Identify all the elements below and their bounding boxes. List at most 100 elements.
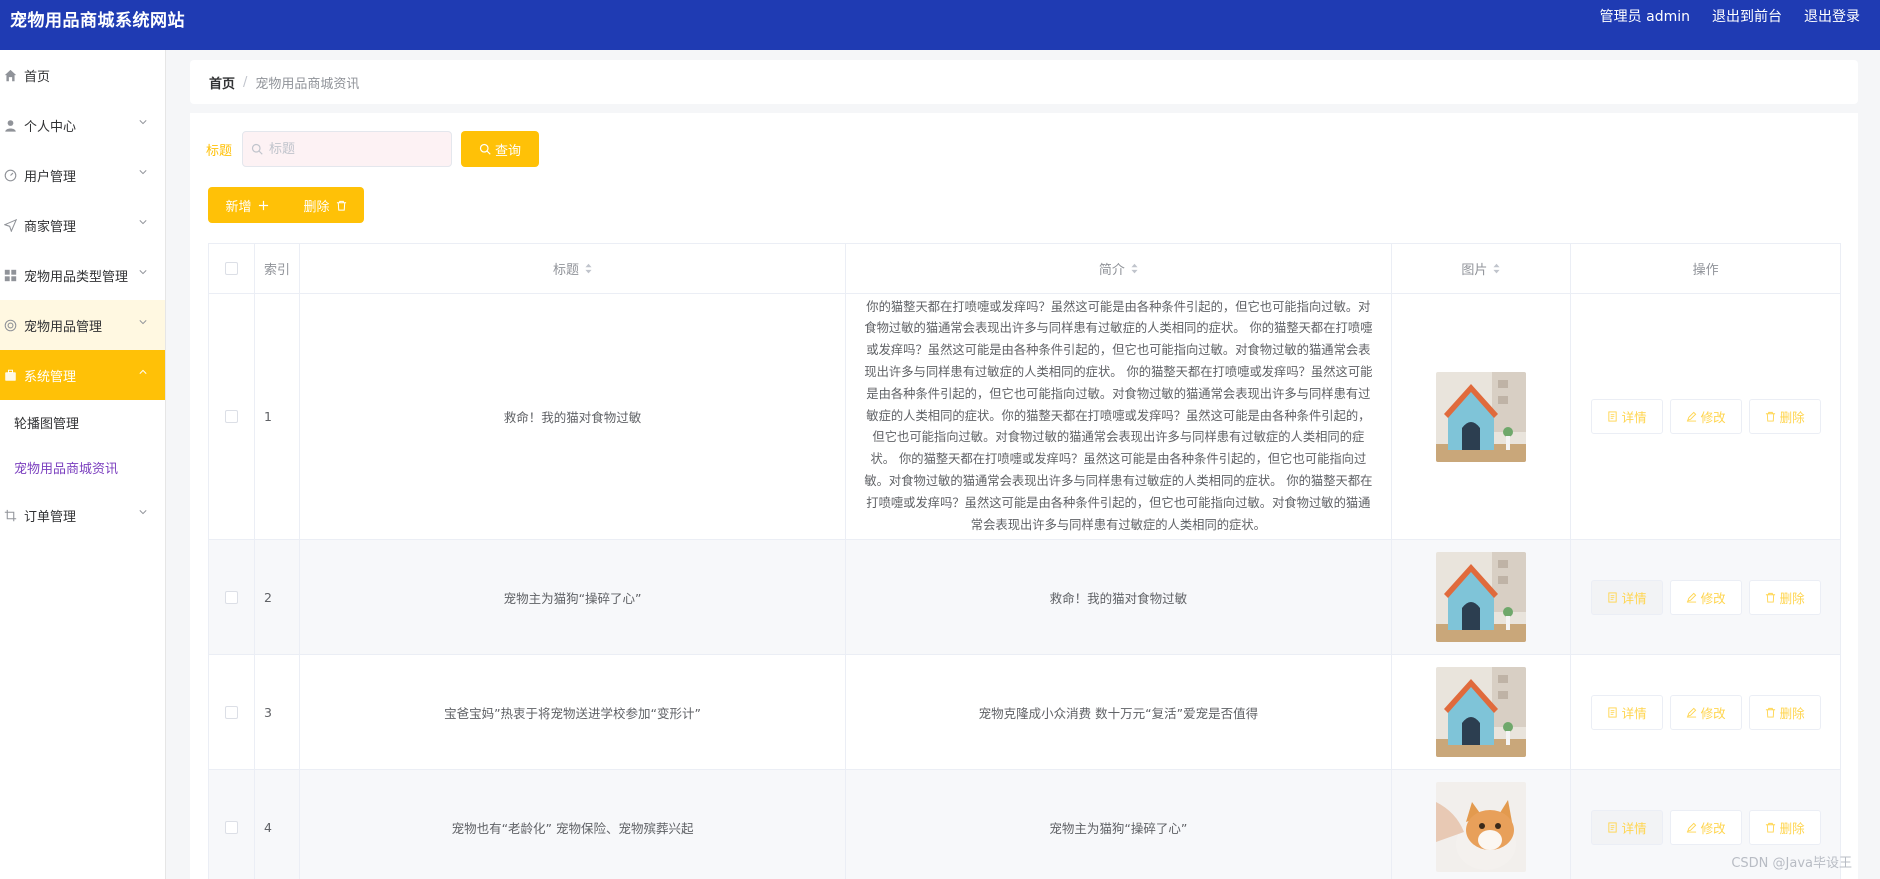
sort-caret-icon[interactable] — [1493, 263, 1500, 274]
detail-button[interactable]: 详情 — [1590, 694, 1663, 730]
chevron-down-icon — [139, 510, 147, 515]
delete-button[interactable]: 删除 — [1748, 809, 1821, 845]
batch-delete-button[interactable]: 删除 — [286, 187, 364, 223]
app-title: 宠物用品商城系统网站 — [10, 11, 185, 31]
row-checkbox[interactable] — [224, 590, 238, 604]
document-icon — [1608, 591, 1617, 603]
header-links: 管理员 admin 退出到前台 退出登录 — [1600, 6, 1860, 26]
pencil-icon — [1686, 592, 1696, 603]
trash-icon — [1765, 707, 1775, 718]
sidebar-item-pet-goods-management[interactable]: 宠物用品管理 — [0, 300, 165, 350]
briefcase-icon — [2, 367, 18, 383]
document-icon — [1608, 706, 1617, 718]
delete-button[interactable]: 删除 — [1748, 579, 1821, 615]
row-index: 4 — [255, 770, 300, 879]
sort-caret-icon[interactable] — [585, 263, 592, 274]
crop-icon — [2, 507, 18, 523]
logout-link[interactable]: 退出登录 — [1804, 6, 1860, 26]
sidebar-item-home[interactable]: 首页 — [0, 50, 165, 100]
select-all-checkbox[interactable] — [224, 262, 238, 275]
edit-button[interactable]: 修改 — [1669, 694, 1742, 730]
header-image-label: 图片 — [1461, 263, 1488, 278]
delete-button[interactable]: 删除 — [1748, 399, 1821, 434]
header-ops: 操作 — [1692, 263, 1719, 278]
row-checkbox-cell — [209, 540, 255, 654]
sidebar-item-label: 订单管理 — [24, 509, 77, 525]
row-ops: 详情 修改 删除 — [1571, 655, 1840, 769]
add-button-label: 新增 — [225, 199, 252, 215]
row-checkbox-cell — [209, 655, 255, 769]
table-row: 1 救命！我的猫对食物过敏 你的猫整天都在打喷嚏或发痒吗？虽然这可能是由各种条件… — [209, 294, 1840, 540]
detail-button[interactable]: 详情 — [1590, 579, 1663, 615]
delete-button[interactable]: 删除 — [1748, 694, 1821, 730]
row-checkbox[interactable] — [224, 820, 238, 834]
chevron-down-icon — [139, 220, 147, 225]
sort-caret-icon[interactable] — [1131, 263, 1138, 274]
header-title[interactable]: 标题 — [300, 244, 847, 293]
document-icon — [1608, 821, 1617, 833]
pet-house-thumbnail[interactable] — [1435, 552, 1526, 642]
edit-button[interactable]: 修改 — [1669, 809, 1742, 845]
document-icon — [1608, 411, 1617, 422]
search-label: 标题 — [206, 143, 233, 159]
table-row: 3 宝爸宝妈”热衷于将宠物送进学校参加“变形计” 宠物克隆成小众消费 数十万元“… — [209, 655, 1840, 770]
sidebar-subitem-carousel-management[interactable]: 轮播图管理 — [0, 400, 165, 445]
header-intro[interactable]: 简介 — [846, 244, 1392, 293]
header-image[interactable]: 图片 — [1392, 244, 1572, 293]
search-row: 标题 查询 — [206, 131, 540, 167]
pet-house-thumbnail[interactable] — [1435, 371, 1526, 462]
exit-to-front-link[interactable]: 退出到前台 — [1712, 6, 1782, 26]
batch-delete-label: 删除 — [303, 199, 330, 215]
row-checkbox-cell — [209, 294, 255, 539]
sidebar-item-label: 商家管理 — [24, 219, 77, 235]
row-checkbox[interactable] — [224, 705, 238, 719]
row-intro: 救命！我的猫对食物过敏 — [846, 540, 1392, 654]
breadcrumb-home[interactable]: 首页 — [209, 73, 235, 92]
table-row: 2 宠物主为猫狗“操碎了心” 救命！我的猫对食物过敏 详情 修改 删除 — [209, 540, 1840, 655]
edit-button[interactable]: 修改 — [1669, 399, 1742, 434]
chevron-down-icon — [139, 170, 147, 175]
breadcrumb-current: 宠物用品商城资讯 — [255, 76, 360, 92]
row-checkbox[interactable] — [224, 410, 238, 423]
sidebar-item-merchant-management[interactable]: 商家管理 — [0, 200, 165, 250]
row-index: 3 — [255, 655, 300, 769]
row-title: 宠物主为猫狗“操碎了心” — [300, 540, 847, 654]
query-button-label: 查询 — [495, 143, 522, 159]
detail-button[interactable]: 详情 — [1590, 809, 1663, 845]
add-button[interactable]: 新增 — [208, 187, 286, 223]
sidebar-item-label: 宠物用品类型管理 — [24, 269, 129, 285]
header-intro-label: 简介 — [1098, 263, 1125, 278]
search-box — [242, 131, 453, 167]
grid-icon — [2, 267, 18, 283]
sidebar-item-personal-center[interactable]: 个人中心 — [0, 100, 165, 150]
header-checkbox-cell — [209, 244, 255, 293]
sidebar-subitem-pet-news[interactable]: 宠物用品商城资讯 — [0, 445, 165, 490]
pet-house-thumbnail[interactable] — [1435, 667, 1526, 757]
row-image-cell — [1392, 770, 1572, 879]
action-row: 新增 删除 — [208, 187, 364, 223]
sidebar-item-label: 宠物用品管理 — [24, 319, 103, 335]
query-button[interactable]: 查询 — [461, 131, 540, 167]
content-panel: 标题 查询 新增 删除 索引 标题 简介 — [190, 113, 1858, 879]
sidebar-item-label: 首页 — [24, 69, 51, 85]
cat-photo-thumbnail[interactable] — [1435, 782, 1526, 872]
chevron-down-icon — [139, 120, 147, 125]
row-ops: 详情 修改 删除 — [1571, 540, 1840, 654]
detail-button[interactable]: 详情 — [1590, 399, 1663, 434]
sidebar-item-user-management[interactable]: 用户管理 — [0, 150, 165, 200]
pencil-icon — [1686, 707, 1696, 718]
edit-button[interactable]: 修改 — [1669, 579, 1742, 615]
row-index: 2 — [255, 540, 300, 654]
search-input[interactable] — [269, 141, 440, 157]
row-title: 宠物也有“老龄化” 宠物保险、宠物殡葬兴起 — [300, 770, 847, 879]
chevron-down-icon — [139, 320, 147, 325]
sidebar-item-pet-goods-type-management[interactable]: 宠物用品类型管理 — [0, 250, 165, 300]
sidebar-item-order-management[interactable]: 订单管理 — [0, 490, 165, 540]
sidebar-item-system-management[interactable]: 系统管理 — [0, 350, 165, 400]
trash-icon — [336, 200, 346, 211]
row-image-cell — [1392, 655, 1572, 769]
trash-icon — [1765, 411, 1775, 422]
row-intro: 宠物主为猫狗“操碎了心” — [846, 770, 1392, 879]
row-ops: 详情 修改 删除 — [1571, 294, 1840, 539]
pencil-icon — [1686, 822, 1696, 833]
